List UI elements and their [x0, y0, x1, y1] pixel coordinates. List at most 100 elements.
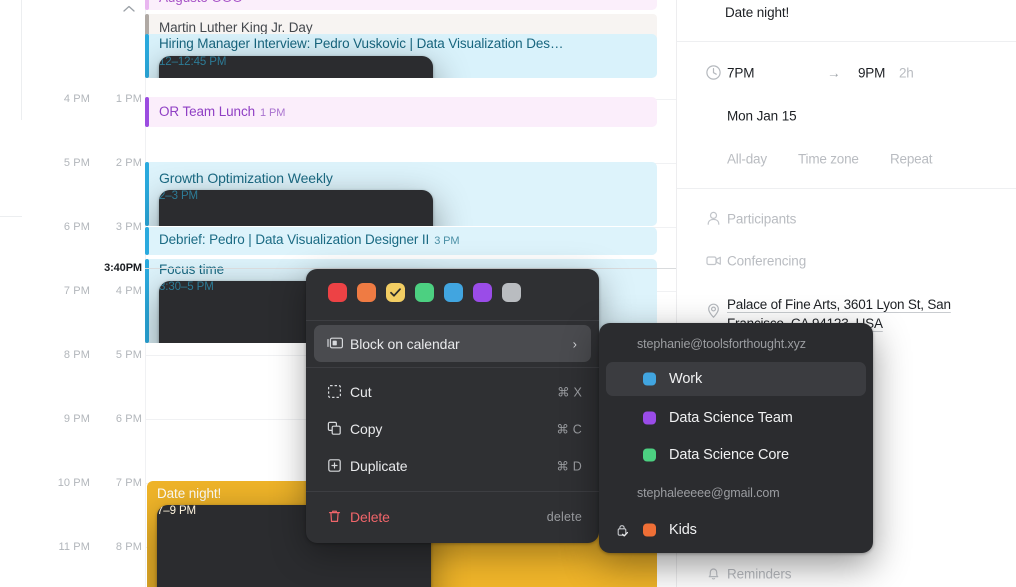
time-label: 7 PM	[115, 477, 142, 489]
panel-event-title[interactable]: Date night!	[725, 5, 789, 20]
event-title-text: OR Team Lunch	[159, 104, 256, 119]
time-label: 4 PM	[63, 93, 90, 105]
event-title: OR Team Lunch 1 PM	[159, 104, 285, 119]
event-title-text: Debrief: Pedro | Data Visualization Desi…	[159, 232, 430, 247]
calendar-color-dot	[643, 372, 656, 386]
event-accent-bar	[145, 97, 149, 127]
menu-item-shortcut: delete	[546, 509, 582, 524]
color-swatch-gray[interactable]	[502, 283, 521, 302]
chevron-right-icon: ›	[572, 336, 577, 351]
reminders-label: Reminders	[727, 566, 792, 582]
event-accent-bar	[145, 0, 149, 10]
reminders-row[interactable]: Reminders	[677, 561, 1016, 587]
event-options-row: All-day Time zone Repeat	[677, 146, 1016, 172]
event-time: 2–3 PM	[159, 190, 433, 226]
calendar-name: Data Science Core	[669, 447, 789, 463]
event-date[interactable]: Mon Jan 15	[727, 109, 797, 124]
event-start-time[interactable]: 7PM	[727, 66, 755, 81]
color-swatch-green[interactable]	[415, 283, 434, 302]
event-debrief-pedro[interactable]: Debrief: Pedro | Data Visualization Desi…	[145, 227, 657, 255]
event-duration: 2h	[899, 65, 914, 81]
conferencing-row[interactable]: Conferencing	[677, 248, 1016, 274]
menu-item-shortcut: ⌘ C	[556, 422, 582, 436]
calendar-app: 4 PM 5 PM 6 PM 7 PM 8 PM 9 PM 10 PM 11 P…	[0, 0, 1016, 587]
submenu-account-header-1: stephanie@toolsforthought.xyz	[599, 331, 873, 357]
chevron-up-icon[interactable]	[121, 2, 137, 14]
submenu-item-data-science-team[interactable]: Data Science Team	[599, 401, 873, 435]
current-time-label: 3:40PM	[104, 262, 142, 274]
event-accent-bar	[145, 259, 149, 343]
calendar-color-dot	[643, 448, 656, 462]
event-title: Growth Optimization Weekly	[159, 170, 333, 186]
submenu-item-kids[interactable]: Kids	[599, 513, 873, 547]
menu-item-shortcut: ⌘ X	[557, 385, 582, 399]
event-augusto-ooo[interactable]: Augusto OOO	[145, 0, 657, 10]
location-pin-icon	[705, 302, 723, 320]
repeat-button[interactable]: Repeat	[890, 152, 933, 167]
panel-divider	[677, 41, 1016, 42]
clock-icon	[705, 64, 723, 82]
menu-item-delete[interactable]: Delete delete	[306, 498, 599, 535]
time-label: 4 PM	[115, 285, 142, 297]
account-email: stephaleeeee@gmail.com	[637, 486, 780, 500]
calendar-picker-submenu[interactable]: stephanie@toolsforthought.xyz Work Data …	[599, 323, 873, 553]
time-label: 8 PM	[63, 349, 90, 361]
time-label: 11 PM	[58, 541, 90, 553]
menu-item-cut[interactable]: Cut ⌘ X	[306, 373, 599, 410]
event-title: Hiring Manager Interview: Pedro Vuskovic…	[159, 36, 564, 51]
bell-icon	[705, 565, 723, 583]
time-label: 6 PM	[115, 413, 142, 425]
color-swatch-yellow-selected[interactable]	[386, 283, 405, 302]
event-accent-bar	[145, 34, 149, 78]
calendar-name: Work	[669, 371, 703, 387]
event-hiring-manager-interview[interactable]: Hiring Manager Interview: Pedro Vuskovic…	[145, 34, 657, 78]
calendar-color-dot	[643, 523, 656, 537]
account-email: stephanie@toolsforthought.xyz	[637, 337, 806, 351]
calendar-name: Kids	[669, 522, 697, 538]
all-day-toggle[interactable]: All-day	[727, 152, 767, 167]
menu-item-label: Delete	[350, 508, 390, 525]
event-inline-time: 3 PM	[434, 235, 460, 247]
color-swatch-red[interactable]	[328, 283, 347, 302]
calendar-color-dot	[643, 411, 656, 425]
menu-item-copy[interactable]: Copy ⌘ C	[306, 410, 599, 447]
color-swatch-row[interactable]	[306, 269, 599, 319]
participants-row[interactable]: Participants	[677, 206, 1016, 232]
cut-icon	[327, 384, 343, 400]
event-date-row[interactable]: Mon Jan 15	[677, 103, 1016, 129]
event-title: Augusto OOO	[159, 0, 649, 5]
submenu-item-data-science-core[interactable]: Data Science Core	[599, 438, 873, 472]
event-end-time[interactable]: 9PM	[858, 66, 885, 81]
time-label: 9 PM	[63, 413, 90, 425]
color-swatch-purple[interactable]	[473, 283, 492, 302]
submenu-item-work[interactable]: Work	[606, 362, 866, 396]
menu-separator	[306, 491, 599, 492]
arrow-icon: →	[827, 65, 841, 81]
color-swatch-orange[interactable]	[357, 283, 376, 302]
color-swatch-blue[interactable]	[444, 283, 463, 302]
time-label: 6 PM	[63, 221, 90, 233]
event-growth-optimization-weekly[interactable]: Growth Optimization Weekly 2–3 PM	[145, 162, 657, 226]
menu-separator	[306, 367, 599, 368]
event-context-menu[interactable]: Block on calendar › Cut ⌘ X Copy ⌘ C Dup…	[306, 269, 599, 543]
calendar-name: Data Science Team	[669, 410, 793, 426]
event-or-team-lunch[interactable]: OR Team Lunch 1 PM	[145, 97, 657, 127]
menu-item-duplicate[interactable]: Duplicate ⌘ D	[306, 447, 599, 484]
menu-item-block-on-calendar[interactable]: Block on calendar ›	[314, 325, 591, 362]
panel-edge-divider	[21, 0, 22, 120]
time-label: 8 PM	[115, 541, 142, 553]
conferencing-label: Conferencing	[727, 253, 807, 269]
time-label: 3 PM	[115, 221, 142, 233]
check-icon	[386, 283, 405, 302]
menu-item-label: Block on calendar	[350, 335, 460, 352]
event-time-row[interactable]: 7PM → 9PM 2h	[677, 60, 1016, 86]
menu-item-shortcut: ⌘ D	[556, 459, 582, 473]
video-camera-icon	[705, 252, 723, 270]
menu-item-label: Duplicate	[350, 457, 408, 474]
time-zone-button[interactable]: Time zone	[798, 152, 859, 167]
time-label: 5 PM	[115, 349, 142, 361]
copy-icon	[327, 421, 343, 437]
duplicate-icon	[327, 458, 343, 474]
panel-edge-divider-2	[0, 216, 22, 217]
trash-icon	[327, 509, 343, 525]
